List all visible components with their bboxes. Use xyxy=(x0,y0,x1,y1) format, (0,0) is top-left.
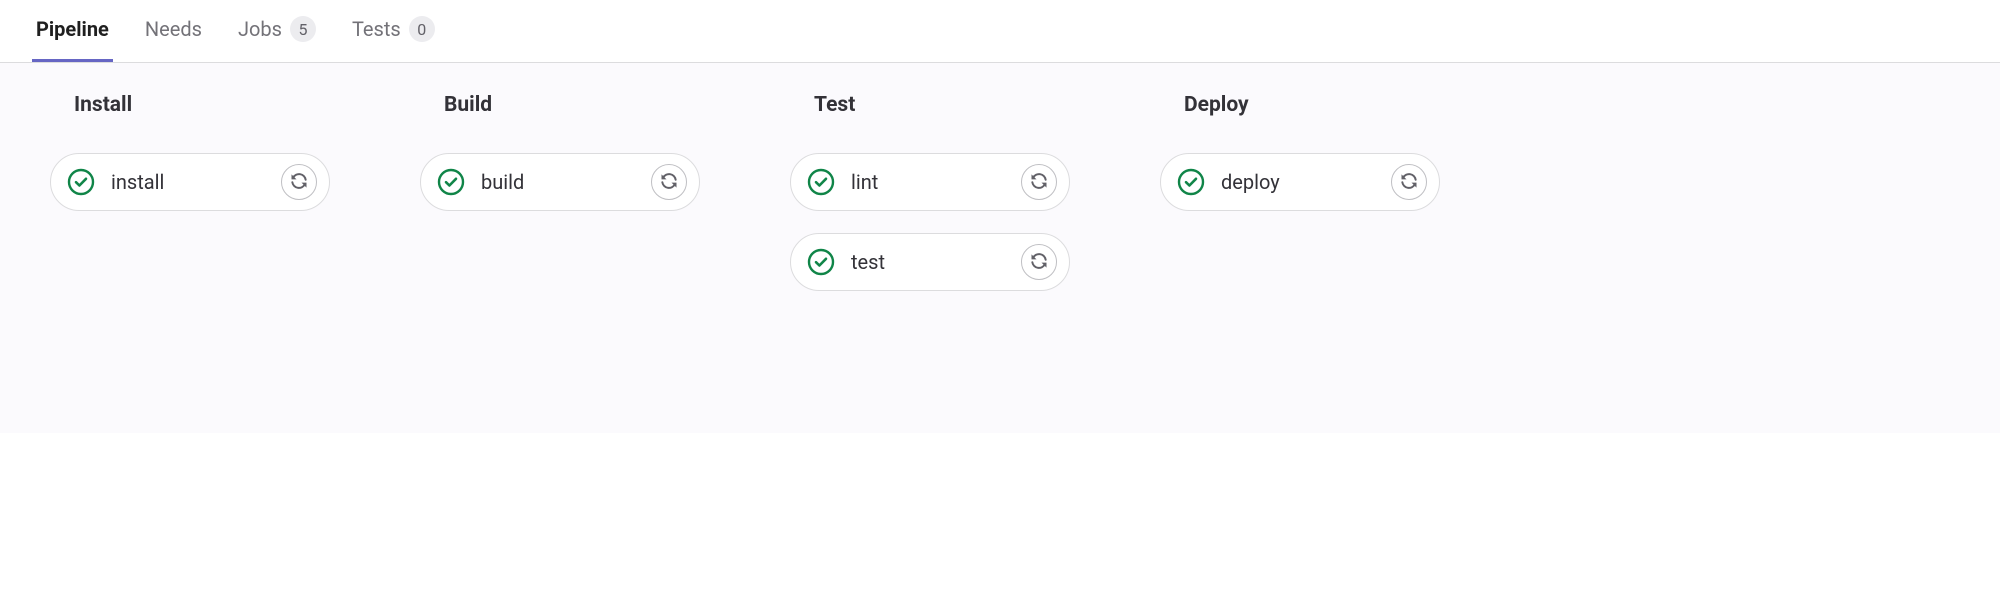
status-success-icon xyxy=(807,168,835,196)
job-name: build xyxy=(481,170,651,194)
job-name: lint xyxy=(851,170,1021,194)
job-test[interactable]: test xyxy=(790,233,1070,291)
job-name: deploy xyxy=(1221,170,1391,194)
retry-button[interactable] xyxy=(1391,164,1427,200)
retry-button[interactable] xyxy=(281,164,317,200)
stages-row: Install install xyxy=(50,93,1950,291)
tab-label: Needs xyxy=(145,17,202,41)
stage-title: Deploy xyxy=(1160,93,1440,117)
stage-jobs: lint xyxy=(790,153,1070,291)
retry-button[interactable] xyxy=(651,164,687,200)
tab-badge: 0 xyxy=(409,16,435,42)
retry-button[interactable] xyxy=(1021,244,1057,280)
tab-pipeline[interactable]: Pipeline xyxy=(32,1,113,62)
stage-build: Build build xyxy=(420,93,700,291)
status-success-icon xyxy=(807,248,835,276)
retry-icon xyxy=(1399,171,1419,194)
tab-needs[interactable]: Needs xyxy=(141,1,206,62)
job-lint[interactable]: lint xyxy=(790,153,1070,211)
stage-jobs: build xyxy=(420,153,700,211)
retry-icon xyxy=(659,171,679,194)
job-install[interactable]: install xyxy=(50,153,330,211)
tab-jobs[interactable]: Jobs 5 xyxy=(234,0,320,63)
retry-button[interactable] xyxy=(1021,164,1057,200)
status-success-icon xyxy=(1177,168,1205,196)
job-build[interactable]: build xyxy=(420,153,700,211)
tab-badge: 5 xyxy=(290,16,316,42)
pipeline-tabs: Pipeline Needs Jobs 5 Tests 0 xyxy=(0,0,2000,63)
tab-label: Tests xyxy=(352,17,401,41)
tab-label: Pipeline xyxy=(36,17,109,41)
tab-label: Jobs xyxy=(238,17,282,41)
stage-install: Install install xyxy=(50,93,330,291)
status-success-icon xyxy=(437,168,465,196)
stage-title: Install xyxy=(50,93,330,117)
stage-jobs: deploy xyxy=(1160,153,1440,211)
stage-jobs: install xyxy=(50,153,330,211)
retry-icon xyxy=(1029,171,1049,194)
retry-icon xyxy=(1029,251,1049,274)
stage-title: Test xyxy=(790,93,1070,117)
tab-tests[interactable]: Tests 0 xyxy=(348,0,439,63)
stage-test: Test lint xyxy=(790,93,1070,291)
job-name: test xyxy=(851,250,1021,274)
job-deploy[interactable]: deploy xyxy=(1160,153,1440,211)
pipeline-graph: Install install xyxy=(0,63,2000,433)
stage-title: Build xyxy=(420,93,700,117)
stage-deploy: Deploy deploy xyxy=(1160,93,1440,291)
status-success-icon xyxy=(67,168,95,196)
job-name: install xyxy=(111,170,281,194)
retry-icon xyxy=(289,171,309,194)
